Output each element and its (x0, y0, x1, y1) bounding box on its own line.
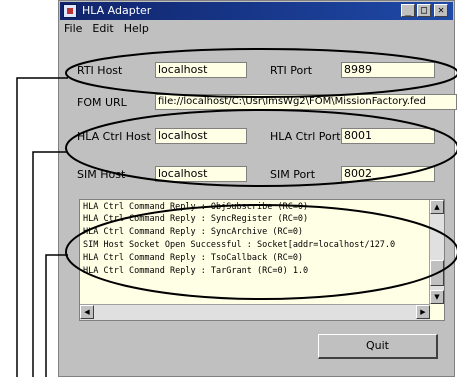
callout-leader-hla-sim (32, 151, 68, 377)
callout-leader-log (45, 254, 68, 377)
callout-overlay (16, 48, 457, 377)
callout-ellipse-log (65, 204, 457, 300)
callout-ellipse-hla-sim (65, 109, 457, 187)
callout-leader-rti (16, 77, 68, 377)
callout-ellipse-rti (65, 48, 457, 98)
